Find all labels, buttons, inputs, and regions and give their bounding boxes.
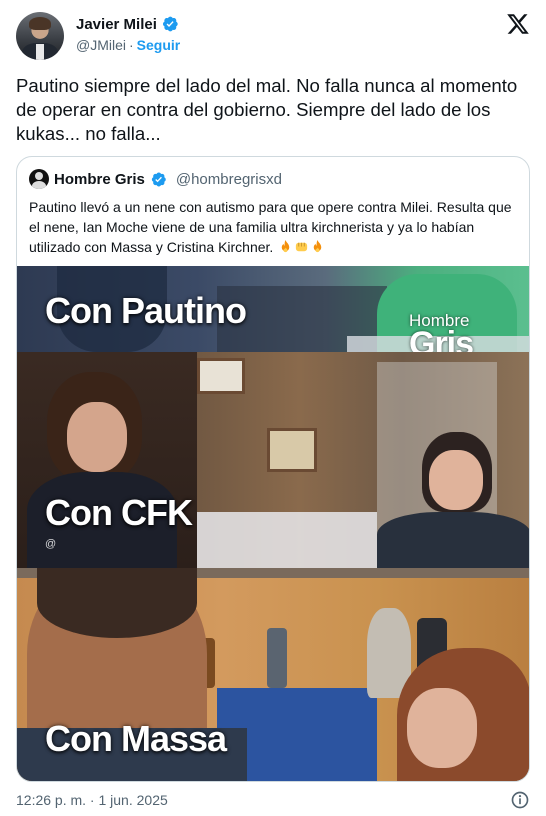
- author-name[interactable]: Javier Milei: [76, 16, 157, 33]
- panel-mark: @: [45, 538, 57, 550]
- quoted-author-name: Hombre Gris: [54, 170, 145, 188]
- panel-label-massa: Con Massa: [45, 718, 227, 759]
- tweet-timestamp[interactable]: 12:26 p. m. · 1 jun. 2025: [16, 792, 168, 808]
- follow-button[interactable]: Seguir: [137, 37, 181, 53]
- panel-label-pautino: Con Pautino: [45, 290, 247, 331]
- author-avatar[interactable]: [16, 12, 64, 60]
- quoted-tweet-card[interactable]: Hombre Gris @hombregrisxd Pautino llevó …: [16, 156, 530, 782]
- tweet-header: Javier Milei @JMilei · Seguir: [16, 12, 530, 60]
- handle-separator: ·: [129, 37, 134, 53]
- author-handle-row: @JMilei · Seguir: [76, 37, 180, 53]
- verified-badge-icon: [162, 16, 178, 32]
- x-logo-icon[interactable]: [506, 12, 530, 36]
- quoted-tweet-header: Hombre Gris @hombregrisxd: [29, 169, 282, 189]
- author-handle[interactable]: @JMilei: [76, 37, 126, 53]
- quoted-tweet-body: Pautino llevó a un nene con autismo para…: [29, 199, 512, 255]
- media-panel-cfk: Con CFK @: [17, 352, 529, 568]
- watermark-bottom: Gris: [409, 325, 474, 352]
- quoted-tweet-text: Pautino llevó a un nene con autismo para…: [29, 197, 521, 257]
- panel-label-cfk: Con CFK: [45, 492, 193, 533]
- media-watermark: Hombre Gris: [409, 312, 474, 352]
- info-icon[interactable]: [510, 790, 530, 810]
- media-panel-massa: Con Massa: [17, 568, 529, 781]
- quoted-tweet-image[interactable]: Con Pautino Hombre Gris Con CFK @ Con Ma…: [17, 266, 529, 781]
- media-panel-pautino: Con Pautino Hombre Gris: [17, 266, 529, 352]
- quoted-author-handle: @hombregrisxd: [175, 170, 282, 188]
- author-name-row: Javier Milei: [76, 15, 179, 33]
- quoted-author-avatar: [29, 169, 49, 189]
- fist-emoji: [296, 242, 308, 252]
- fire-emoji: [281, 239, 290, 253]
- fire-emoji: [313, 239, 322, 253]
- tweet-text: Pautino siempre del lado del mal. No fal…: [16, 75, 518, 144]
- verified-badge-icon: [151, 172, 166, 186]
